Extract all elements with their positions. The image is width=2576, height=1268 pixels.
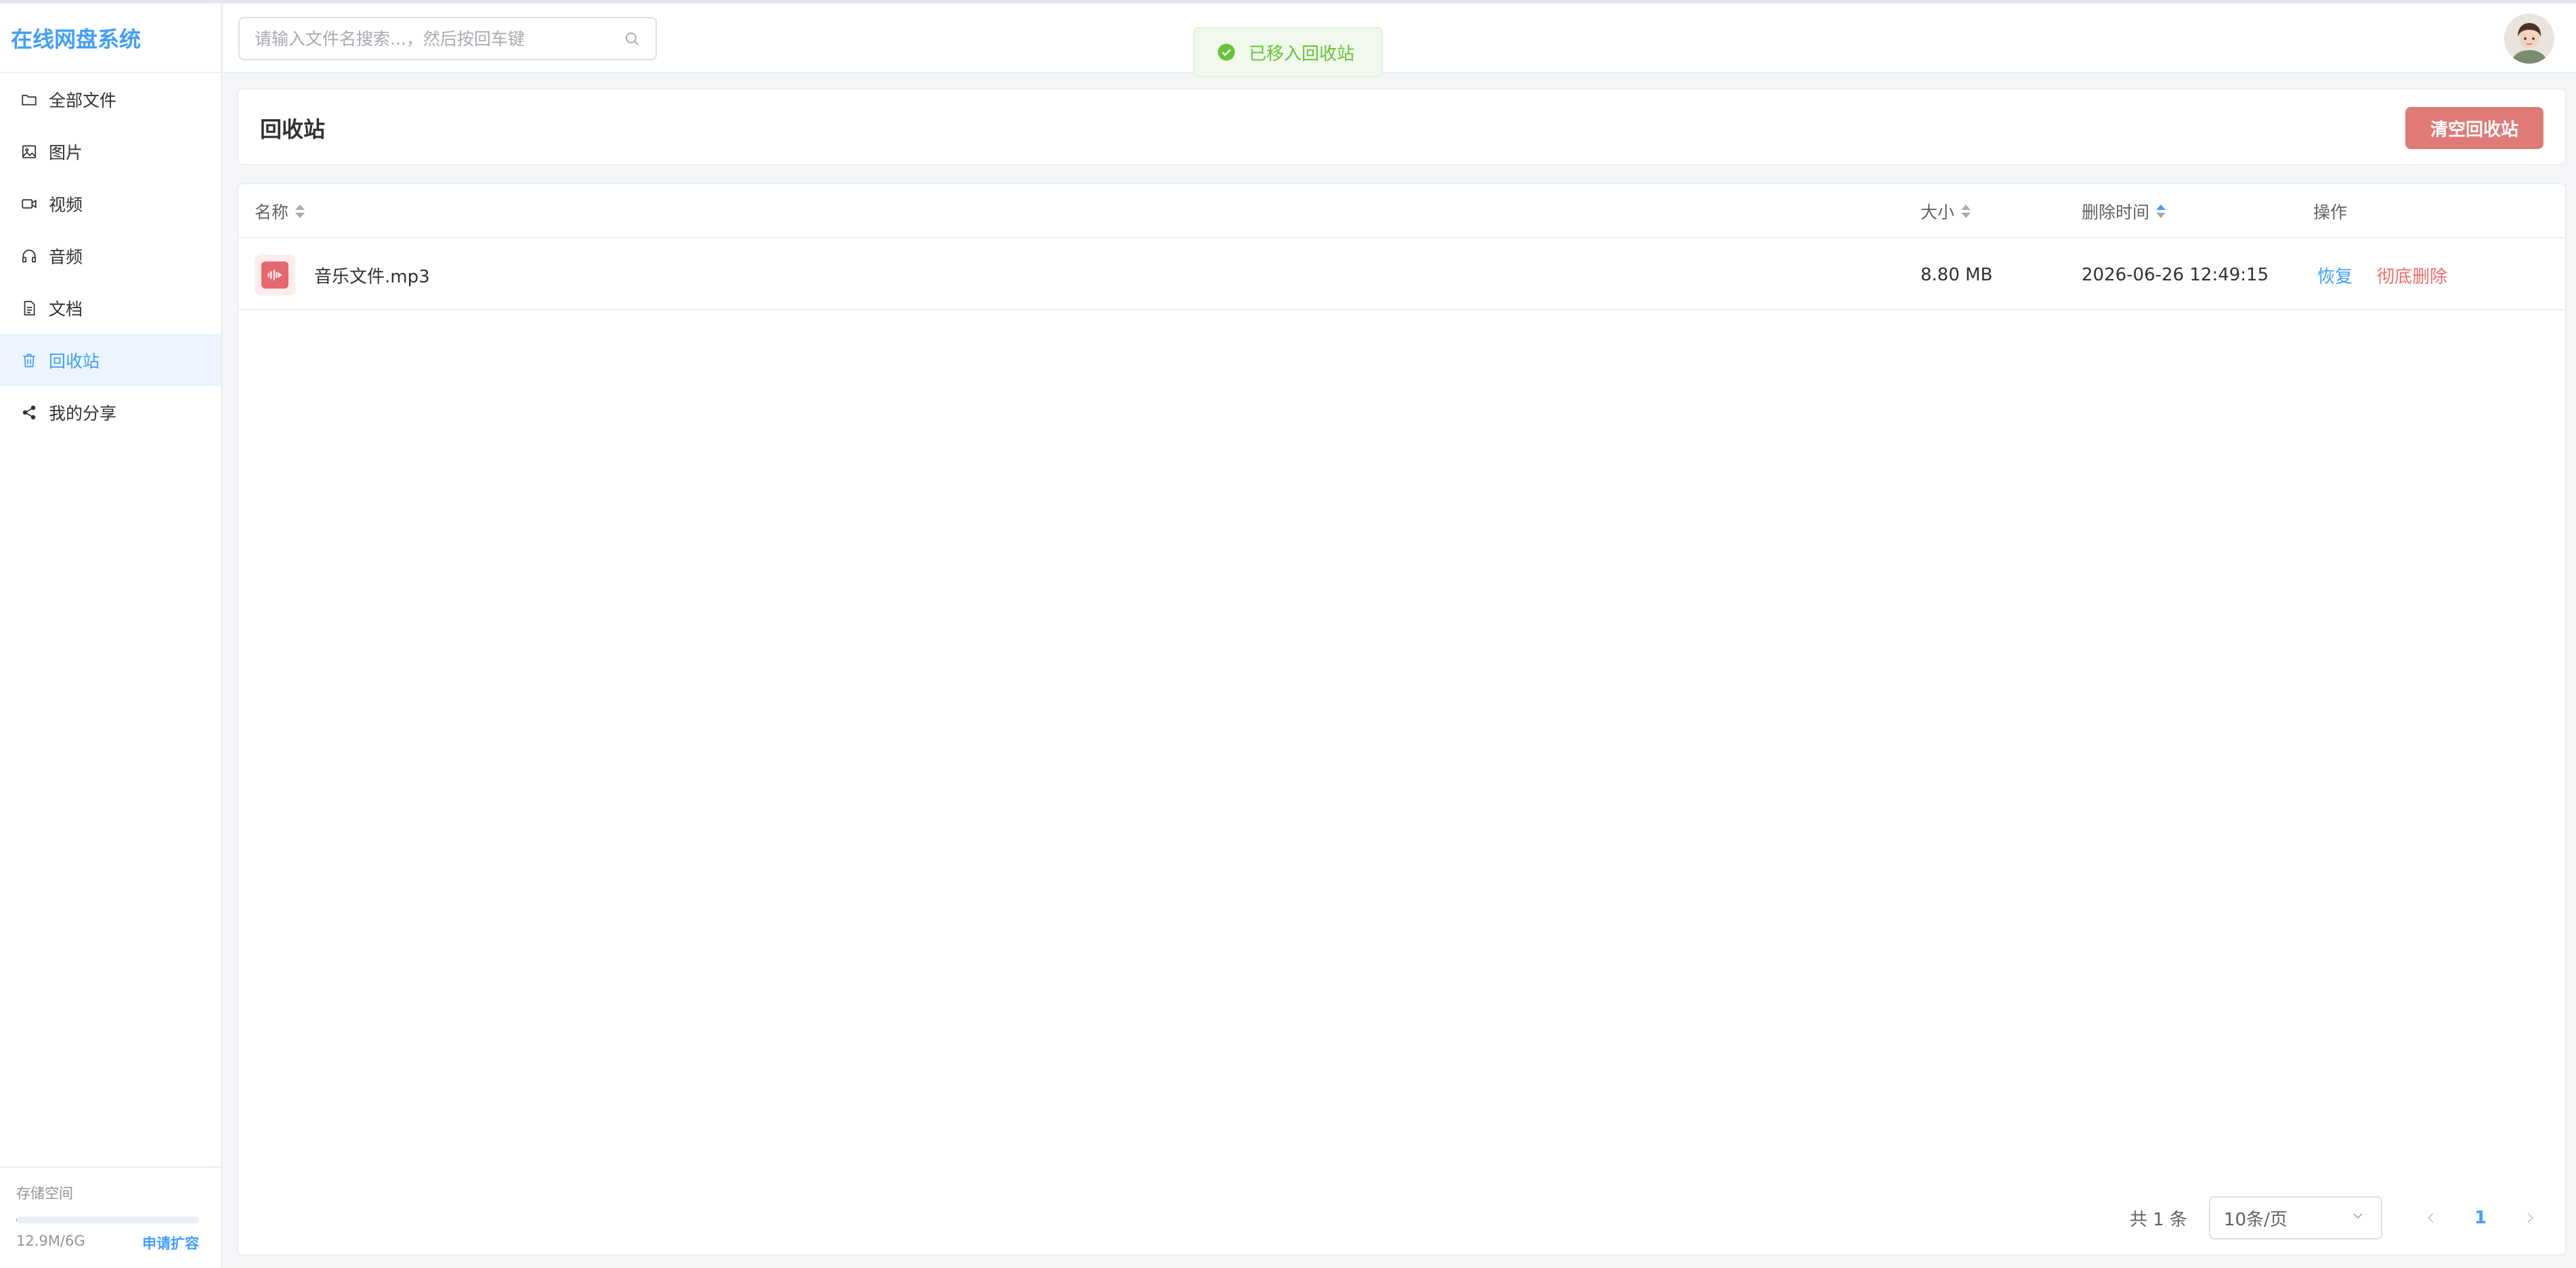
sort-icon[interactable] [2156,205,2166,218]
sidebar-item-label: 文档 [49,299,83,319]
storage-progress-fill [16,1217,17,1223]
page-size-value: 10条/页 [2223,1209,2288,1230]
file-size: 8.80 MB [1920,265,1993,285]
sidebar-item-recycle-bin[interactable]: 回收站 [0,334,221,386]
sidebar: 在线网盘系统 全部文件 图片 视频 音频 文档 回收站 我的分享 存储空间 12… [0,3,222,1268]
sidebar-item-label: 图片 [49,142,83,163]
empty-recycle-bin-button[interactable]: 清空回收站 [2405,107,2543,149]
image-icon [20,143,38,161]
app-title[interactable]: 在线网盘系统 [0,3,221,73]
storage-used: 12.9M/6G [16,1233,85,1249]
column-label: 操作 [2313,203,2348,222]
column-label: 大小 [1920,203,1955,222]
top-header [223,3,2576,73]
sidebar-item-label: 全部文件 [49,90,117,110]
column-deleted-at[interactable]: 删除时间 [2082,184,2166,238]
audio-file-icon [255,255,295,295]
page-size-select[interactable]: 10条/页 [2208,1196,2382,1240]
sidebar-item-documents[interactable]: 文档 [0,282,221,334]
search-input[interactable] [255,28,623,49]
search-box [238,17,657,60]
sidebar-item-images[interactable]: 图片 [0,125,221,177]
sidebar-item-videos[interactable]: 视频 [0,177,221,230]
permanent-delete-button[interactable]: 彻底删除 [2377,263,2447,288]
column-actions: 操作 [2313,184,2347,238]
sidebar-item-label: 视频 [49,194,83,215]
sidebar-item-my-shares[interactable]: 我的分享 [0,386,221,438]
prev-page-icon[interactable] [2418,1204,2445,1231]
storage-progress-bar [16,1217,199,1223]
column-label: 删除时间 [2082,203,2150,222]
table-header: 名称 大小 删除时间 操作 [238,184,2565,238]
table-row[interactable]: 音乐文件.mp3 8.80 MB 2026-06-26 12:49:15 恢复 … [238,240,2565,310]
sidebar-item-label: 回收站 [49,351,100,371]
file-name[interactable]: 音乐文件.mp3 [314,263,430,288]
row-actions: 恢复 彻底删除 [2317,240,2447,310]
page-title-card: 回收站 清空回收站 [237,88,2567,165]
sidebar-menu: 全部文件 图片 视频 音频 文档 回收站 我的分享 [0,73,221,438]
sidebar-item-label: 我的分享 [49,403,117,423]
sort-icon[interactable] [1961,205,1971,218]
success-toast: 已移入回收站 [1193,27,1383,77]
search-icon[interactable] [623,30,641,47]
pagination-total: 共 1 条 [2129,1209,2187,1230]
column-size[interactable]: 大小 [1920,184,1971,238]
column-name[interactable]: 名称 [255,184,305,238]
page-number[interactable]: 1 [2474,1208,2487,1228]
trash-icon [20,352,38,369]
deleted-time: 2026-06-26 12:49:15 [2082,265,2269,285]
sidebar-item-audio[interactable]: 音频 [0,230,221,282]
folder-icon [20,91,38,108]
sidebar-item-label: 音频 [49,247,83,267]
avatar[interactable] [2504,14,2554,64]
sidebar-item-all-files[interactable]: 全部文件 [0,73,221,125]
storage-panel: 存储空间 12.9M/6G 申请扩容 [0,1166,221,1268]
headphones-icon [20,247,38,265]
sort-icon[interactable] [295,205,305,218]
column-label: 名称 [255,203,289,222]
video-icon [20,195,38,213]
check-circle-icon [1216,42,1237,62]
next-page-icon[interactable] [2516,1204,2543,1231]
recycle-bin-table: 名称 大小 删除时间 操作 音乐文件.mp3 8.80 MB 2026-06-2… [237,183,2567,1256]
expand-storage-link[interactable]: 申请扩容 [142,1233,199,1253]
document-icon [20,299,38,317]
restore-button[interactable]: 恢复 [2317,263,2353,288]
file-name-cell: 音乐文件.mp3 [255,240,430,310]
page-title: 回收站 [260,117,326,142]
pagination: 共 1 条 10条/页 1 [2130,1196,2543,1240]
share-icon [20,404,38,421]
chevron-down-icon [2350,1208,2366,1229]
storage-label: 存储空间 [16,1185,73,1202]
toast-message: 已移入回收站 [1249,43,1355,64]
